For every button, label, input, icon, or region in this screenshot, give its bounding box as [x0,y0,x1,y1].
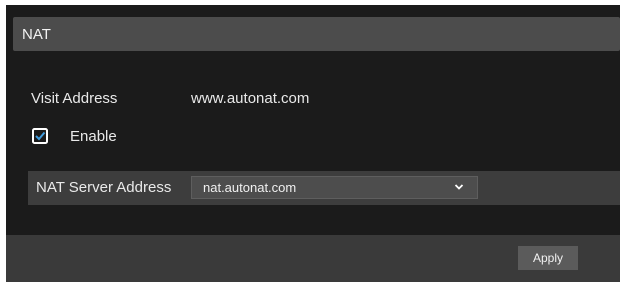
section-header: NAT [13,17,620,51]
checkbox-checked-icon [32,128,48,144]
enable-label: Enable [70,128,117,145]
chevron-down-icon [454,184,464,190]
section-title: NAT [22,26,51,43]
visit-address-value: www.autonat.com [191,90,310,107]
nat-server-select[interactable]: nat.autonat.com [191,176,478,199]
visit-address-label: Visit Address [31,90,118,107]
nat-settings-panel: NAT Visit Address www.autonat.com Enable… [6,5,620,282]
nat-server-row: NAT Server Address nat.autonat.com [28,171,620,205]
nat-server-address-label: NAT Server Address [36,179,172,196]
enable-checkbox[interactable] [32,128,48,144]
apply-button[interactable]: Apply [518,246,578,270]
footer-bar: Apply [6,235,620,282]
nat-server-select-value: nat.autonat.com [203,180,297,195]
